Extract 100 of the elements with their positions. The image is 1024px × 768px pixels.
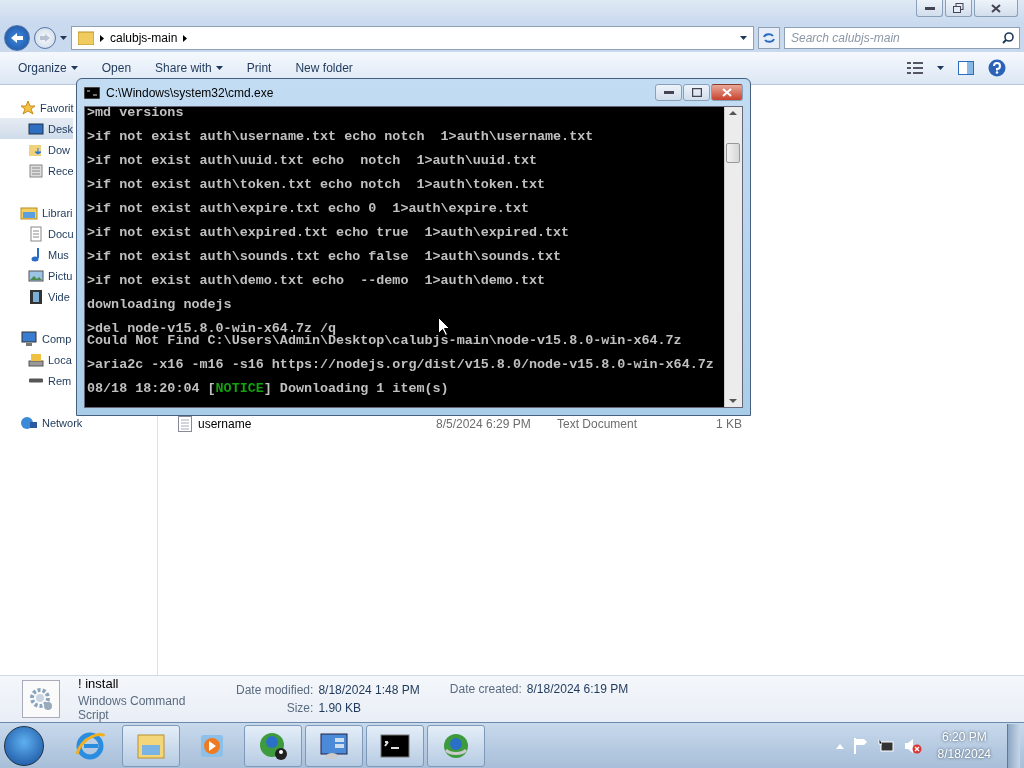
caret-icon	[937, 66, 944, 70]
search-field[interactable]: Search calubjs-main	[784, 27, 1020, 49]
sidebar-item[interactable]: Mus	[0, 244, 69, 265]
sidebar-item[interactable]: Network	[0, 412, 83, 433]
address-bar[interactable]: calubjs-main	[71, 26, 754, 50]
forward-button[interactable]	[34, 27, 56, 49]
start-button[interactable]	[4, 726, 44, 766]
sidebar-item[interactable]: Favorit	[0, 97, 74, 118]
field-value: 8/18/2024 1:48 PM	[318, 683, 420, 697]
caret-icon	[215, 66, 223, 70]
toolbar-button[interactable]: New folder	[295, 61, 353, 75]
toolbar-button[interactable]: Print	[246, 61, 272, 75]
gear-icon	[22, 680, 60, 718]
console-line: Could Not Find C:\Users\Admin\Desktop\calubjs-main\node-v15.8.0-win-x64.7z	[87, 335, 682, 347]
console-line: >if not exist auth\token.txt echo notch 1>auth\token.txt	[87, 179, 546, 191]
date: 8/18/2024	[937, 746, 991, 763]
taskbar-button[interactable]	[244, 725, 302, 767]
maximize-icon	[691, 88, 702, 97]
help-icon[interactable]	[988, 59, 1006, 77]
taskbar-button[interactable]	[366, 725, 424, 767]
field-value: 1.90 KB	[318, 701, 363, 715]
scroll-thumb[interactable]	[726, 143, 740, 163]
scroll-down-icon[interactable]	[729, 399, 737, 403]
sidebar-item[interactable]: Desk	[0, 118, 74, 139]
text-file-icon	[178, 416, 192, 432]
sidebar-item[interactable]: Comp	[0, 328, 72, 349]
console-line: >if not exist auth\demo.txt echo --demo 1>auth\demo.txt	[87, 275, 546, 287]
console-line: downloading nodejs	[87, 299, 232, 311]
pointer-icon	[438, 317, 450, 336]
back-button[interactable]	[4, 25, 30, 51]
console-line: >md versions	[87, 107, 184, 119]
toolbar-button[interactable]: Share with	[155, 61, 223, 75]
breadcrumb-item[interactable]: calubjs-main	[110, 31, 178, 45]
view-icon[interactable]	[907, 62, 923, 74]
muted-speaker-icon[interactable]	[903, 738, 922, 754]
back-arrow-icon	[10, 32, 24, 44]
close-button[interactable]	[711, 84, 743, 101]
sidebar-item[interactable]: Rece	[0, 160, 74, 181]
sidebar-item[interactable]: Pictu	[0, 265, 73, 286]
search-icon	[1002, 32, 1014, 44]
caret-icon	[740, 36, 747, 40]
scroll-up-icon[interactable]	[729, 111, 737, 115]
console-line: >if not exist auth\expire.txt echo 0 1>auth\expire.txt	[87, 203, 529, 215]
field-label: Size:	[285, 701, 314, 715]
console-line: >if not exist auth\uuid.txt echo notch 1>auth\uuid.txt	[87, 155, 537, 167]
console-line: >aria2c -x16 -m16 -s16 https://nodejs.org/dist/v15.8.0/node-v15.8.0-win-x64.7z	[87, 359, 714, 371]
control-panel-icon	[318, 730, 350, 762]
refresh-button[interactable]	[758, 27, 780, 49]
file-name[interactable]: username	[198, 417, 252, 431]
console-line: >if not exist auth\username.txt echo notch 1>auth\username.txt	[87, 131, 594, 143]
libraries-icon	[20, 204, 38, 221]
folder-icon	[78, 31, 94, 45]
recent-icon	[28, 162, 44, 179]
sidebar-item[interactable]: Rem	[0, 370, 72, 391]
sidebar-item[interactable]: Dow	[0, 139, 70, 160]
videos-icon	[28, 288, 44, 305]
chevron-icon	[100, 34, 104, 42]
sidebar-item[interactable]: Docu	[0, 223, 74, 244]
taskbar-button[interactable]	[305, 725, 363, 767]
caret-icon	[70, 66, 78, 70]
sidebar-item[interactable]: Loca	[0, 349, 72, 370]
maximize-button[interactable]	[683, 84, 710, 101]
chevron-icon	[183, 34, 188, 42]
close-icon	[722, 88, 732, 97]
pictures-icon	[28, 267, 44, 284]
window-title: C:\Windows\system32\cmd.exe	[106, 85, 274, 100]
star-icon	[20, 99, 36, 116]
field-label: Date created:	[449, 682, 522, 696]
caret-icon	[60, 36, 67, 40]
toolbar-button[interactable]: Organize	[18, 61, 78, 75]
time: 6:20 PM	[941, 729, 987, 746]
network-icon[interactable]	[877, 738, 894, 754]
close-button[interactable]	[974, 0, 1018, 17]
file-type: Text Document	[557, 417, 639, 431]
minimize-button[interactable]	[916, 0, 943, 17]
toolbar-button[interactable]: Open	[101, 61, 132, 75]
scrollbar[interactable]	[724, 107, 742, 407]
preview-pane-icon[interactable]	[958, 61, 974, 75]
file-date: 8/5/2024 6:29 PM	[436, 417, 532, 431]
browser-icon	[74, 730, 106, 762]
minimize-button[interactable]	[655, 84, 682, 101]
removable-icon	[28, 378, 44, 383]
sidebar-item[interactable]: Vide	[0, 286, 70, 307]
show-desktop-button[interactable]	[1007, 724, 1020, 768]
restore-button[interactable]	[945, 0, 972, 17]
console-line: >if not exist auth\sounds.txt echo false 1>auth\sounds.txt	[87, 251, 562, 263]
file-size: 1 KB	[715, 417, 742, 431]
terminal-icon	[84, 86, 100, 99]
minimize-icon	[663, 91, 674, 94]
sidebar-item[interactable]: Librari	[0, 202, 73, 223]
field-label: Date modified:	[236, 683, 314, 697]
computer-icon	[20, 330, 38, 347]
console-line: 08/18 18:20:04 [NOTICE] Downloading 1 item(s)	[87, 383, 449, 395]
globe-user-icon	[257, 730, 289, 762]
console-line: >if not exist auth\expired.txt echo true 1>auth\expired.txt	[87, 227, 570, 239]
document-icon	[28, 225, 44, 242]
minimize-icon	[924, 6, 935, 10]
refresh-icon	[762, 32, 776, 44]
forward-arrow-icon	[39, 33, 51, 43]
file-type: Windows Command Script	[78, 694, 187, 722]
